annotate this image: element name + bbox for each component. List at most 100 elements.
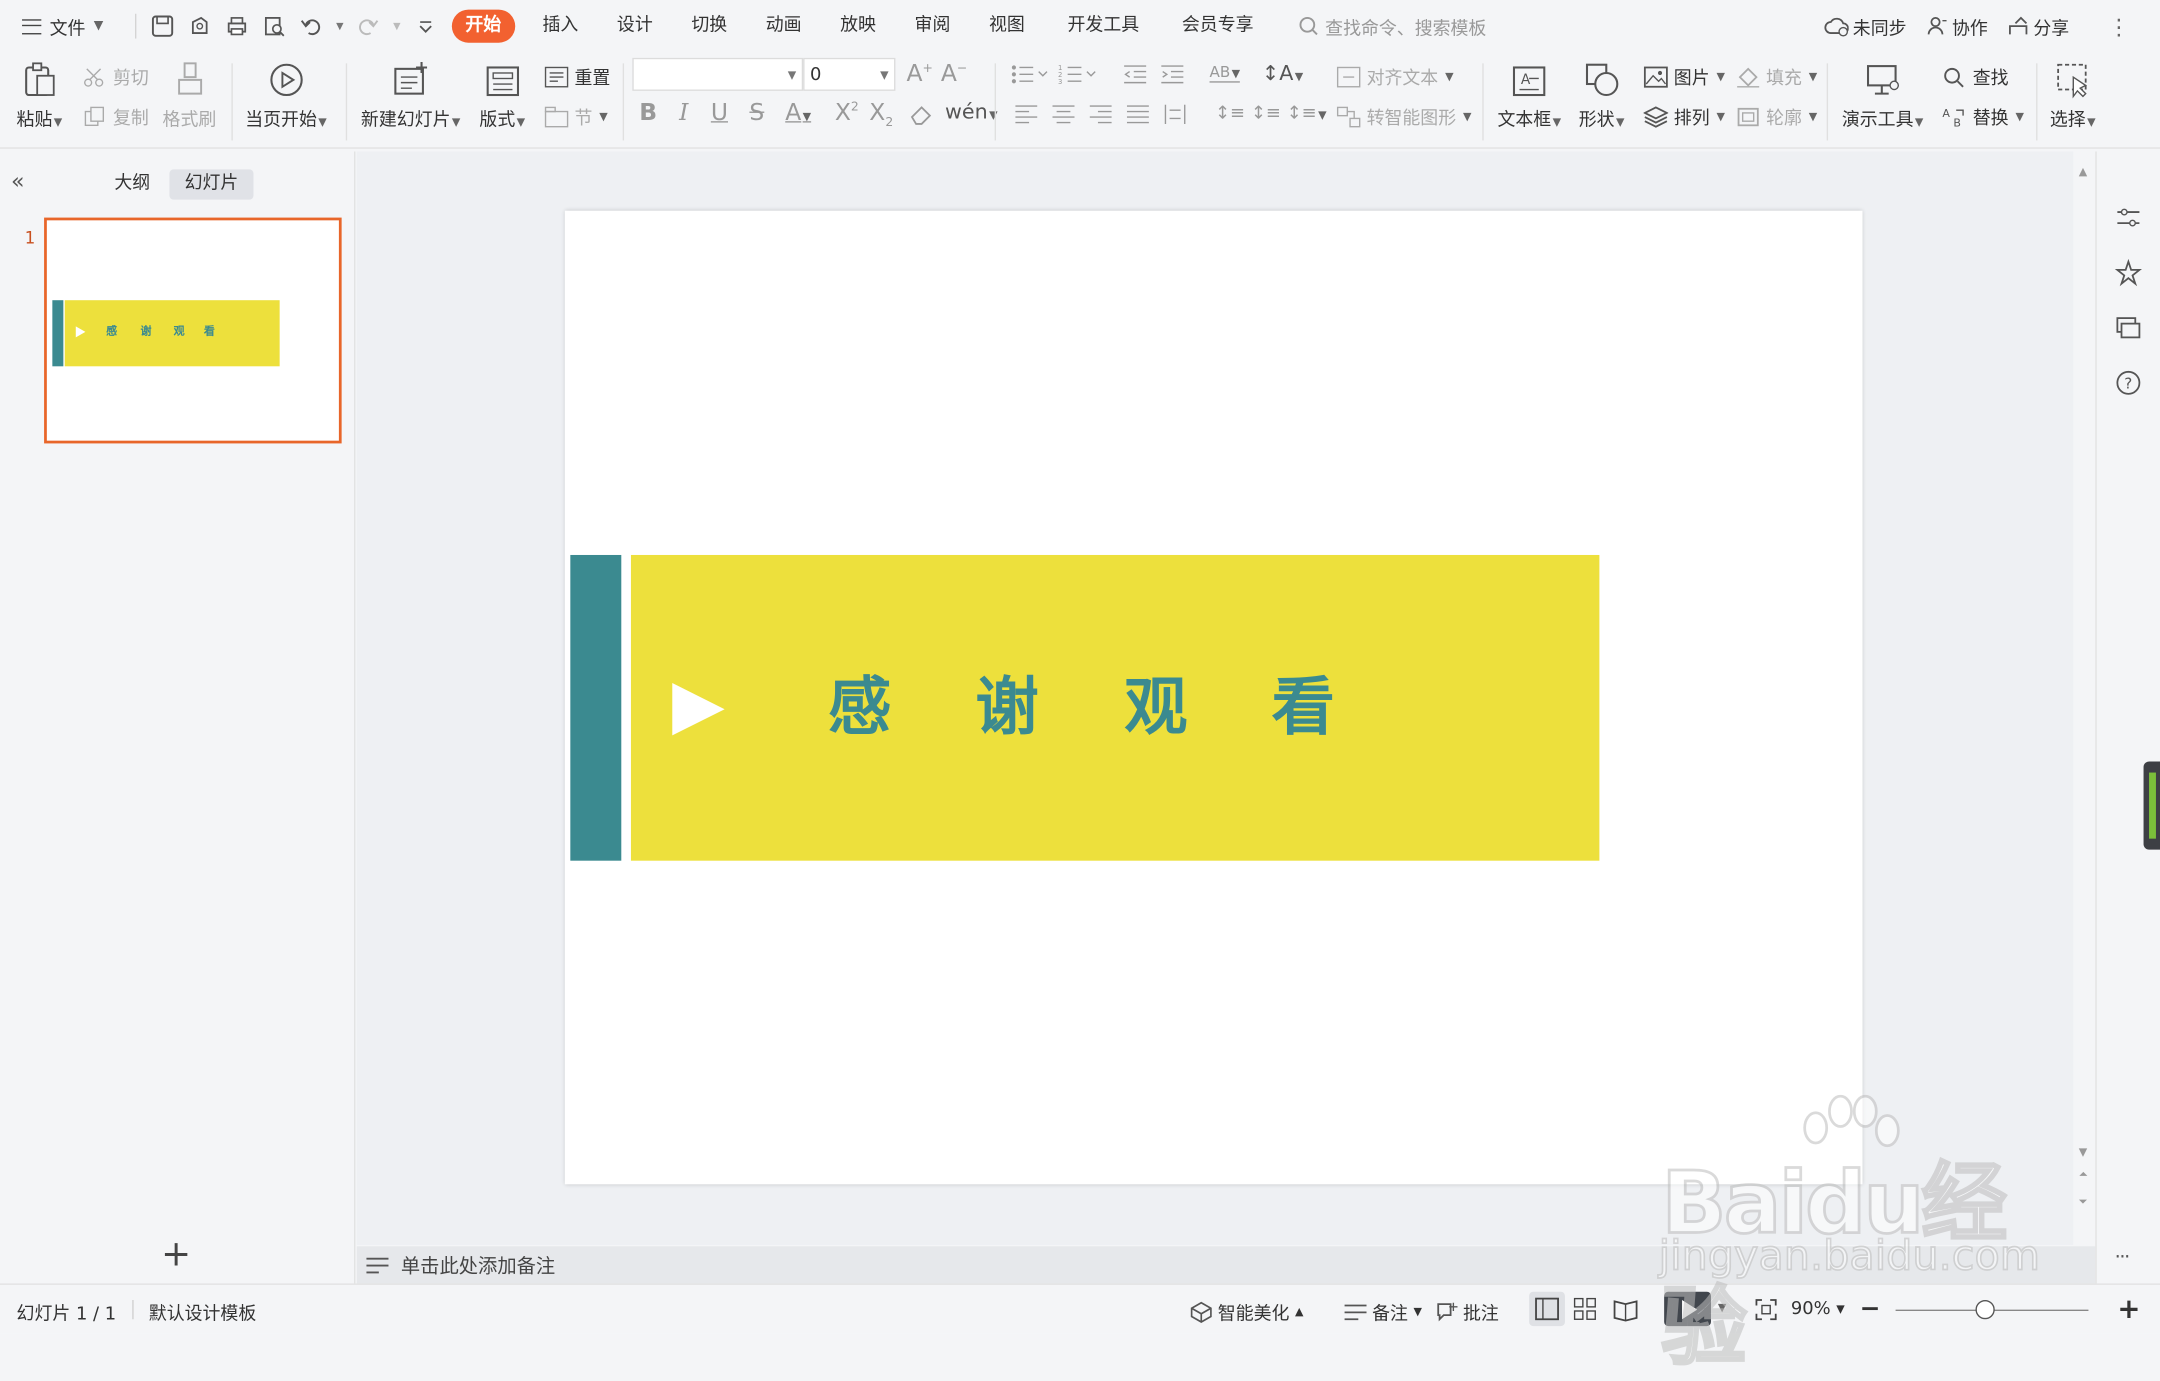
justify-icon[interactable]: [1126, 105, 1149, 124]
undo-dropdown-icon[interactable]: ▼: [336, 21, 343, 32]
zoom-slider-handle[interactable]: [1975, 1299, 1995, 1320]
reset-button[interactable]: 重置: [544, 63, 610, 90]
tab-view[interactable]: 视图: [970, 10, 1044, 43]
decrease-font-icon[interactable]: A−: [941, 61, 967, 89]
tab-review[interactable]: 审阅: [895, 10, 969, 43]
notes-toggle-button[interactable]: 备注 ▼: [1344, 1299, 1422, 1325]
outline-button[interactable]: 轮廓 ▼: [1736, 103, 1817, 129]
tab-slideshow[interactable]: 放映: [821, 10, 895, 43]
play-slideshow-button[interactable]: [1664, 1291, 1711, 1327]
tab-transitions[interactable]: 切换: [672, 10, 746, 43]
line-spacing-list-icon[interactable]: ↕≡: [1251, 103, 1281, 124]
column-spacing-icon[interactable]: ↕≡▼: [1287, 103, 1327, 124]
slideshow-options-icon[interactable]: ▼: [1718, 1301, 1726, 1313]
subscript-icon[interactable]: X2: [869, 99, 893, 130]
fill-button[interactable]: 填充 ▼: [1736, 63, 1817, 90]
play-triangle[interactable]: [672, 683, 725, 736]
title-char[interactable]: 谢: [975, 668, 1038, 745]
font-size-select[interactable]: 0 ▼: [803, 57, 896, 91]
arrange-button[interactable]: 排列 ▼: [1643, 103, 1725, 129]
file-menu[interactable]: 文件 ▼: [0, 13, 127, 39]
strikethrough-icon[interactable]: S: [749, 99, 764, 127]
title-char[interactable]: 观: [1124, 668, 1187, 745]
paragraph-spacing-icon[interactable]: ↕≡: [1215, 103, 1245, 124]
more-icon[interactable]: ···: [2115, 1246, 2143, 1274]
distribute-icon[interactable]: [1164, 104, 1186, 124]
print-preview-icon[interactable]: [262, 14, 287, 39]
line-spacing-icon[interactable]: ↕A▼: [1262, 61, 1303, 86]
to-smartart-button[interactable]: 转智能图形 ▼: [1336, 103, 1472, 129]
tab-insert[interactable]: 插入: [523, 10, 597, 43]
slide[interactable]: 感 谢 观 看: [564, 210, 1863, 1185]
cut-button[interactable]: 剪切: [83, 63, 149, 90]
align-text-button[interactable]: 对齐文本 ▼: [1336, 63, 1454, 90]
font-family-select[interactable]: ▼: [632, 57, 804, 91]
tab-animations[interactable]: 动画: [746, 10, 820, 43]
align-right-icon[interactable]: [1089, 105, 1112, 124]
prev-slide-icon[interactable]: ⏶: [2079, 1168, 2088, 1182]
numbering-icon[interactable]: 123: [1058, 63, 1097, 85]
vertical-scrollbar[interactable]: ▲ ▼ ⏶ ⏷: [2073, 151, 2096, 1245]
yellow-banner[interactable]: 感 谢 观 看: [630, 554, 1600, 861]
print-icon[interactable]: [225, 14, 250, 39]
help-icon[interactable]: ?: [2115, 369, 2143, 397]
more-options-icon[interactable]: ⋮: [2108, 13, 2130, 39]
new-slide-button[interactable]: 新建幻灯片▼: [361, 58, 460, 131]
tab-member[interactable]: 会员专享: [1163, 10, 1273, 43]
increase-indent-icon[interactable]: [1160, 63, 1185, 85]
eraser-icon[interactable]: [909, 103, 934, 125]
share-button[interactable]: 分享: [2007, 13, 2069, 39]
reading-view-icon[interactable]: [1612, 1297, 1640, 1322]
tab-developer[interactable]: 开发工具: [1044, 10, 1162, 43]
font-color-icon[interactable]: A▼: [785, 99, 811, 127]
copy-button[interactable]: 复制: [83, 103, 149, 129]
template-name[interactable]: 默认设计模板: [149, 1299, 256, 1325]
collapse-panel-icon[interactable]: «: [11, 168, 24, 194]
zoom-in-icon[interactable]: +: [2117, 1292, 2140, 1325]
properties-icon[interactable]: [2115, 204, 2143, 232]
customize-toolbar-icon[interactable]: [413, 14, 438, 39]
undo-icon[interactable]: [299, 14, 324, 39]
title-char[interactable]: 感: [828, 668, 891, 745]
shape-button[interactable]: 形状▼: [1579, 58, 1624, 131]
select-button[interactable]: 选择▼: [2050, 58, 2096, 131]
from-current-slide-button[interactable]: 当页开始▼: [245, 58, 327, 131]
find-button[interactable]: 查找: [1942, 63, 2009, 90]
underline-icon[interactable]: U: [711, 99, 728, 127]
notes-pane[interactable]: 单击此处添加备注: [356, 1246, 2096, 1284]
align-center-icon[interactable]: [1052, 105, 1075, 124]
format-painter-button[interactable]: 格式刷: [163, 58, 216, 131]
redo-icon[interactable]: [356, 14, 381, 39]
export-icon[interactable]: [187, 14, 212, 39]
animation-icon[interactable]: [2114, 258, 2143, 287]
zoom-level-select[interactable]: 90% ▼: [1791, 1299, 1845, 1320]
zoom-out-icon[interactable]: −: [1860, 1294, 1881, 1323]
sync-status[interactable]: 未同步: [1824, 13, 1907, 39]
fit-to-window-button[interactable]: [1755, 1299, 1777, 1321]
transition-icon[interactable]: [2115, 314, 2143, 342]
next-slide-icon[interactable]: ⏷: [2079, 1195, 2088, 1209]
layout-button[interactable]: 版式▼: [479, 58, 525, 131]
bold-icon[interactable]: B: [639, 99, 657, 127]
increase-font-icon[interactable]: A+: [906, 61, 932, 89]
tab-slides[interactable]: 幻灯片: [169, 169, 254, 200]
presentation-tools-button[interactable]: 演示工具▼: [1842, 58, 1923, 131]
collaborate-button[interactable]: 协作: [1926, 13, 1988, 39]
bullets-icon[interactable]: [1010, 63, 1049, 85]
redo-dropdown-icon[interactable]: ▼: [393, 21, 400, 32]
command-search[interactable]: 查找命令、搜索模板: [1298, 13, 1486, 39]
tab-design[interactable]: 设计: [598, 10, 672, 43]
scroll-up-icon[interactable]: ▲: [2079, 165, 2087, 177]
slide-thumbnail[interactable]: 感 谢 观 看: [44, 217, 342, 444]
comments-button[interactable]: 批注: [1435, 1299, 1499, 1325]
paste-button[interactable]: 粘贴▼: [17, 58, 62, 131]
textbox-button[interactable]: A 文本框▼: [1497, 58, 1561, 131]
replace-button[interactable]: AB 替换 ▼: [1942, 103, 2024, 129]
scroll-down-icon[interactable]: ▼: [2079, 1146, 2087, 1158]
tab-outline[interactable]: 大纲: [99, 169, 165, 199]
text-direction-icon[interactable]: AB▼: [1209, 63, 1241, 83]
picture-button[interactable]: 图片 ▼: [1643, 63, 1725, 90]
align-left-icon[interactable]: [1015, 105, 1038, 124]
phonetic-guide-icon[interactable]: wén▼: [945, 99, 998, 124]
teal-accent-bar[interactable]: [570, 554, 622, 861]
